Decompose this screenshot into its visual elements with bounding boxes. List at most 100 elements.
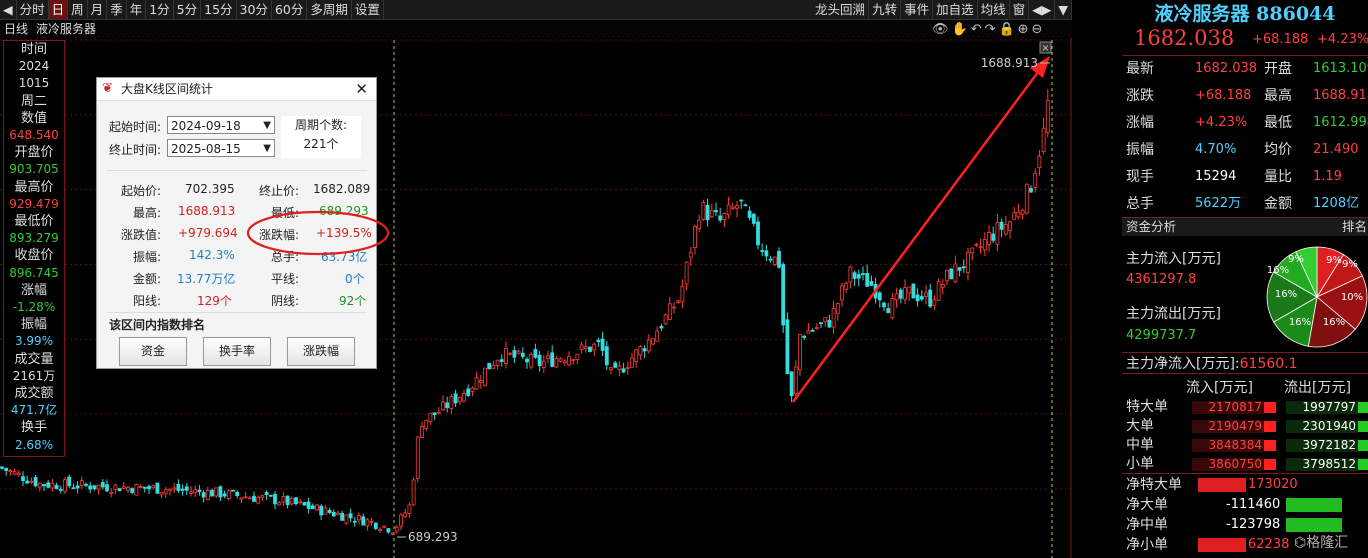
index-code: 886044 xyxy=(1256,3,1336,25)
quote-label: 最高 xyxy=(1264,88,1292,104)
candle-body xyxy=(205,490,210,501)
candle-body xyxy=(999,221,1004,230)
flow-in-value: 3860750 xyxy=(1192,458,1264,471)
high-value: 929.479 xyxy=(9,196,59,211)
candle-body xyxy=(504,348,508,364)
dialog-titlebar[interactable]: ❦ 大盘K线区间统计 ✕ xyxy=(97,78,376,101)
tab-1min[interactable]: 1分 xyxy=(146,0,174,19)
dragon-replay-button[interactable]: 龙头回溯 xyxy=(812,0,870,19)
flow-label: 大单 xyxy=(1126,418,1154,434)
candle-body xyxy=(373,522,378,530)
index-name: 液冷服务器 xyxy=(1154,3,1250,25)
pie-label: 10% xyxy=(1341,292,1363,303)
end-date-select[interactable]: 2025-08-15 ▼ xyxy=(167,139,275,157)
quote-label: 金额 xyxy=(1264,196,1292,212)
candle-body xyxy=(604,346,609,366)
start-time-label: 起始时间: xyxy=(109,120,162,134)
low-label: 689.293 xyxy=(408,530,458,544)
candle-body xyxy=(247,497,252,500)
candle-body xyxy=(180,488,185,491)
candle-body xyxy=(0,466,4,469)
tab-15min[interactable]: 15分 xyxy=(201,0,237,19)
tab-60min[interactable]: 60分 xyxy=(272,0,308,19)
end-date-value: 2025-08-15 xyxy=(171,142,241,156)
net-inflow-value: 61560.1 xyxy=(1239,356,1298,372)
quote-value: 1.19 xyxy=(1313,169,1342,184)
candle-body xyxy=(457,396,462,403)
candle-body xyxy=(285,495,290,506)
candle-body xyxy=(483,367,487,386)
tab-week[interactable]: 周 xyxy=(68,0,88,19)
candle-body xyxy=(474,377,479,390)
window-button[interactable]: 窗 xyxy=(1010,0,1030,19)
tab-30min[interactable]: 30分 xyxy=(237,0,272,19)
net-inflow-label: 主力净流入[万元]: xyxy=(1126,356,1240,372)
tab-day[interactable]: 日 xyxy=(48,0,69,19)
candle-body xyxy=(117,488,122,492)
tab-rank[interactable]: 排名 xyxy=(1342,218,1367,236)
candle-body xyxy=(294,497,298,505)
candle-body xyxy=(319,505,324,516)
candle-body xyxy=(575,353,580,360)
candle-body xyxy=(243,496,248,499)
fund-rank-button[interactable]: 资金 xyxy=(119,337,187,366)
flow-out-value: 1997797 xyxy=(1286,401,1358,414)
candle-body xyxy=(361,516,366,526)
candle-body xyxy=(756,221,760,246)
event-button[interactable]: 事件 xyxy=(901,0,934,19)
menu-icon[interactable]: ◀ xyxy=(0,0,17,19)
candle-body xyxy=(806,330,811,334)
pct-rank-button[interactable]: 涨跌幅 xyxy=(287,337,355,366)
tab-fund-analysis[interactable]: 资金分析 xyxy=(1126,218,1176,236)
candle-body xyxy=(592,343,597,351)
candle-body xyxy=(4,467,9,471)
add-watchlist-button[interactable]: 加自选 xyxy=(933,0,978,19)
tab-multi-period[interactable]: 多周期 xyxy=(307,0,352,19)
candle-body xyxy=(352,520,357,523)
flow-out-bar xyxy=(1358,459,1368,470)
flow-label: 中单 xyxy=(1126,437,1154,453)
candle-body xyxy=(672,306,676,309)
candle-body xyxy=(768,258,773,261)
arrow-left-right-icon[interactable]: ◀▶ xyxy=(1029,0,1056,19)
rank-label: 该区间内指数排名 xyxy=(109,318,206,332)
tab-settings[interactable]: 设置 xyxy=(352,0,384,19)
net-row: 净大单 -111460 xyxy=(1122,495,1368,515)
candle-body xyxy=(705,204,710,221)
candle-body xyxy=(924,292,928,297)
change-value: +979.694 xyxy=(178,226,238,240)
tab-year[interactable]: 年 xyxy=(127,0,147,19)
candle-body xyxy=(638,346,643,356)
candle-body xyxy=(974,243,979,246)
candle-body xyxy=(42,484,46,487)
end-time-label: 终止时间: xyxy=(109,143,162,157)
candle-body xyxy=(445,402,450,409)
tab-5min[interactable]: 5分 xyxy=(174,0,202,19)
quote-value: 1682.038 xyxy=(1195,61,1258,76)
chart-tools-icons[interactable]: 👁✋↶↷🔒⊕⊖ xyxy=(932,21,1045,39)
candle-body xyxy=(743,204,748,207)
tab-month[interactable]: 月 xyxy=(88,0,108,19)
candle-body xyxy=(21,476,25,482)
flow-in-bar xyxy=(1264,440,1276,451)
tab-minute[interactable]: 分时 xyxy=(17,0,49,19)
fund-pie-chart: 9% 9%10%16%16%16%16%9% xyxy=(1266,246,1368,348)
candle-body xyxy=(730,206,735,209)
candle-body xyxy=(571,359,576,361)
nine-turn-button[interactable]: 九转 xyxy=(869,0,902,19)
moving-average-button[interactable]: 均线 xyxy=(978,0,1010,19)
candle-body xyxy=(546,355,550,360)
turnover-rank-button[interactable]: 换手率 xyxy=(203,337,271,366)
pie-label: 16% xyxy=(1323,317,1345,328)
tab-quarter[interactable]: 季 xyxy=(107,0,127,19)
candle-body xyxy=(852,272,857,279)
net-label: 净小单 xyxy=(1126,537,1168,553)
candle-body xyxy=(222,493,227,497)
pie-label: 16% xyxy=(1289,317,1311,328)
start-date-select[interactable]: 2024-09-18 ▼ xyxy=(167,116,275,134)
dropdown-icon[interactable]: ▼ xyxy=(1055,0,1072,19)
quote-label: 最新 xyxy=(1126,61,1154,77)
quote-label: 均价 xyxy=(1264,142,1292,158)
candle-body xyxy=(886,308,891,314)
close-icon[interactable]: ✕ xyxy=(355,78,368,100)
